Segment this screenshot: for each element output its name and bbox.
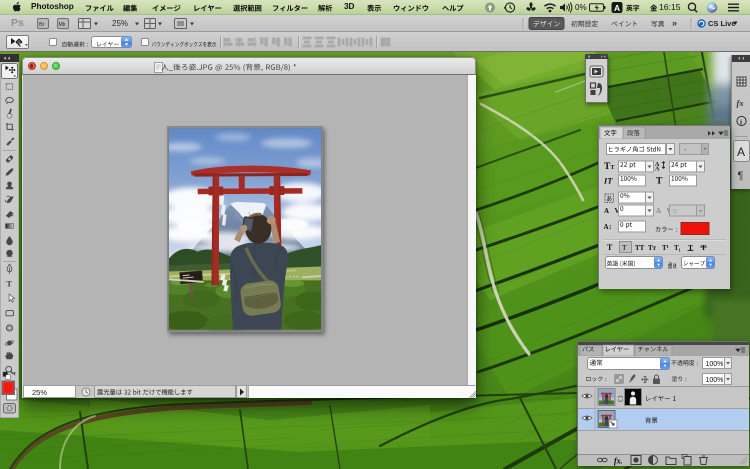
svg-text:T¹: T¹ (662, 244, 669, 252)
svg-text:T: T (607, 243, 613, 252)
svg-text:T: T (701, 243, 706, 252)
svg-text:0: 0 (673, 209, 677, 216)
svg-text:T: T (611, 165, 615, 171)
svg-text:fx.: fx. (614, 457, 623, 466)
svg-text:T: T (6, 279, 12, 289)
svg-text:T₁: T₁ (674, 244, 681, 252)
svg-text:¶: ¶ (738, 170, 744, 182)
svg-text:fx: fx (737, 98, 745, 108)
svg-text:T: T (656, 177, 663, 187)
svg-text:100%: 100% (706, 361, 724, 368)
svg-text:Tᴛ: Tᴛ (648, 244, 657, 252)
svg-text:A⃒V: A⃒V (604, 207, 620, 215)
svg-text:a: a (668, 260, 672, 269)
svg-text:TT: TT (635, 244, 645, 252)
svg-text:Br: Br (39, 22, 45, 28)
svg-text:100%: 100% (706, 377, 724, 384)
svg-text:A: A (614, 3, 620, 13)
svg-text:あ: あ (606, 196, 612, 203)
svg-text:i: i (740, 118, 742, 127)
svg-text:A↕: A↕ (604, 223, 613, 231)
svg-text:T: T (622, 243, 627, 252)
svg-text:IT: IT (603, 176, 613, 186)
svg-text:A: A (655, 167, 660, 173)
svg-text:Mb: Mb (59, 22, 66, 28)
svg-text:A: A (737, 145, 745, 159)
